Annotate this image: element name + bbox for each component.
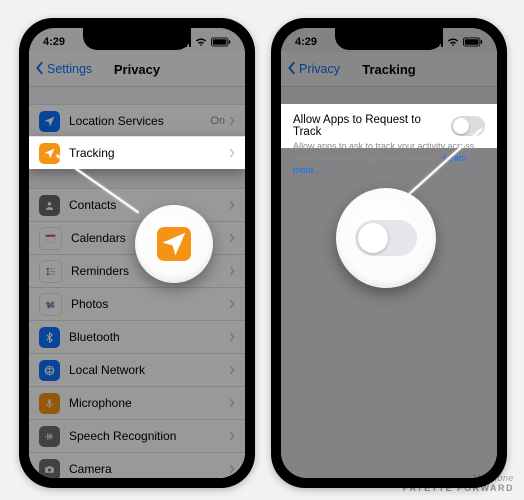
row-label: Photos [71,297,229,311]
row-bluetooth[interactable]: Bluetooth [29,320,245,353]
wifi-icon [447,37,459,47]
battery-icon [463,37,483,47]
back-label: Settings [47,62,92,76]
caption: Allow apps to ask to track your activity… [293,140,485,176]
callout-toggle [336,188,436,288]
chevron-right-icon [229,266,235,276]
row-label: Allow Apps to Request to Track [293,114,451,138]
nav-bar: Privacy Tracking [281,52,497,87]
toggle-icon [355,220,417,256]
speech-icon [39,426,60,447]
row-contacts[interactable]: Contacts [29,188,245,221]
contacts-icon [39,195,60,216]
chevron-left-icon [287,61,297,78]
chevron-right-icon [229,200,235,210]
tracking-icon [39,143,60,164]
photos-icon [39,293,62,316]
row-label: Bluetooth [69,330,229,344]
chevron-right-icon [229,398,235,408]
watermark: UpPhone PAYETTE FORWARD [403,474,514,494]
watermark-line2: PAYETTE FORWARD [403,484,514,494]
toggle-allow-tracking[interactable] [451,116,485,136]
chevron-right-icon [229,332,235,342]
row-location-services[interactable]: Location Services On [29,104,245,137]
status-time: 4:29 [295,36,317,48]
row-photos[interactable]: Photos [29,287,245,320]
row-local-network[interactable]: Local Network [29,353,245,386]
location-icon [39,111,60,132]
network-icon [39,360,60,381]
chevron-right-icon [229,365,235,375]
row-label: Camera [69,462,229,476]
reminders-icon [39,260,62,283]
row-label: Local Network [69,363,229,377]
notch [83,28,191,50]
row-label: Contacts [69,198,229,212]
row-camera[interactable]: Camera [29,452,245,478]
page-title: Privacy [114,62,160,77]
camera-icon [39,459,60,479]
status-time: 4:29 [43,36,65,48]
chevron-left-icon [35,61,45,78]
row-tracking[interactable]: Tracking [29,136,245,169]
back-button[interactable]: Privacy [287,52,340,86]
row-detail: On [210,115,225,127]
bluetooth-icon [39,327,60,348]
row-label: Microphone [69,396,229,410]
calendar-icon [39,227,62,250]
tracking-icon [157,227,191,261]
chevron-right-icon [229,464,235,474]
battery-icon [211,37,231,47]
notch [335,28,443,50]
chevron-right-icon [229,299,235,309]
microphone-icon [39,393,60,414]
chevron-right-icon [229,233,235,243]
nav-bar: Settings Privacy [29,52,245,87]
chevron-right-icon [229,431,235,441]
page-title: Tracking [362,62,415,77]
row-label: Tracking [69,146,229,160]
row-speech[interactable]: Speech Recognition [29,419,245,452]
row-microphone[interactable]: Microphone [29,386,245,419]
chevron-right-icon [229,116,235,126]
row-label: Location Services [69,114,210,128]
row-label: Speech Recognition [69,429,229,443]
wifi-icon [195,37,207,47]
back-label: Privacy [299,62,340,76]
callout-tracking-icon [135,205,213,283]
back-button[interactable]: Settings [35,52,92,86]
chevron-right-icon [229,148,235,158]
